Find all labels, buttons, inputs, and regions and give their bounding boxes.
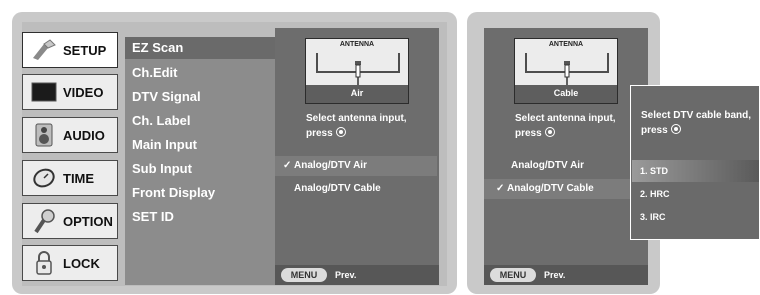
menu-button[interactable]: MENU — [490, 268, 536, 282]
instruction-text: Select antenna input, press — [515, 113, 616, 139]
antenna-mode-bar: Cable — [515, 85, 617, 103]
antenna-mode-label: Cable — [553, 88, 579, 98]
setup-menu-list: EZ Scan Ch.Edit DTV Signal Ch. Label Mai… — [125, 37, 275, 285]
popup-instruction: Select DTV cable band, press — [641, 110, 751, 136]
menu-item-ch-label[interactable]: Ch. Label — [125, 110, 275, 132]
option-label: Analog/DTV Air — [511, 160, 584, 171]
cable-submenu: ANTENNA Cable Select antenna input, pres… — [484, 28, 648, 285]
option-icon — [29, 208, 59, 234]
tab-audio[interactable]: AUDIO — [22, 117, 118, 153]
ez-scan-submenu: ANTENNA Air Select antenna input, press … — [275, 28, 439, 285]
option-label: Analog/DTV Cable — [507, 183, 594, 194]
band-option-hrc[interactable]: 2. HRC — [632, 183, 759, 205]
tab-time[interactable]: TIME — [22, 160, 118, 196]
enter-icon — [335, 127, 346, 137]
menu-item-ez-scan[interactable]: EZ Scan — [125, 37, 275, 59]
antenna-mode-label: Air — [350, 88, 364, 98]
menu-item-set-id[interactable]: SET ID — [125, 206, 275, 228]
antenna-title: ANTENNA — [339, 41, 375, 48]
popup-instruction-line-1: Select DTV cable band, — [641, 110, 752, 121]
band-option-irc[interactable]: 3. IRC — [632, 206, 759, 228]
instruction-line-1: Select antenna input, — [515, 113, 616, 124]
tab-video-label: VIDEO — [63, 84, 104, 100]
time-icon — [29, 165, 59, 191]
option-analog-dtv-air[interactable]: ✓ Analog/DTV Air — [275, 156, 437, 176]
menu-item-sub-input[interactable]: Sub Input — [125, 158, 275, 180]
antenna-diagram: ANTENNA Cable — [514, 38, 618, 104]
tab-setup[interactable]: SETUP — [22, 32, 118, 68]
tab-lock-label: LOCK — [63, 255, 100, 271]
tab-time-label: TIME — [63, 170, 95, 186]
menu-item-front-display[interactable]: Front Display — [125, 182, 275, 204]
popup-instruction-line-2: press — [641, 124, 751, 136]
antenna-connector-icon — [355, 61, 361, 85]
footer-bar: MENU Prev. — [484, 265, 648, 285]
prev-label: Prev. — [335, 270, 357, 280]
instruction-line-2: press — [306, 127, 407, 139]
option-analog-dtv-air[interactable]: Analog/DTV Air — [511, 156, 584, 176]
popup-instruction-press: press — [641, 125, 668, 136]
antenna-connector-icon — [564, 61, 570, 85]
instruction-line-1: Select antenna input, — [306, 113, 407, 124]
tab-audio-label: AUDIO — [63, 127, 105, 143]
audio-icon — [29, 122, 59, 148]
check-icon: ✓ — [283, 160, 292, 171]
footer-bar: MENU Prev. — [275, 265, 439, 285]
enter-icon — [544, 127, 555, 137]
tab-video[interactable]: VIDEO — [22, 74, 118, 110]
band-option-std[interactable]: 1. STD — [632, 160, 759, 182]
antenna-mode-bar: Air — [306, 85, 408, 103]
tab-option[interactable]: OPTION — [22, 203, 118, 239]
tab-setup-label: SETUP — [63, 42, 107, 58]
setup-icon — [29, 37, 59, 63]
lock-icon — [29, 250, 59, 276]
tab-option-label: OPTION — [63, 213, 113, 229]
instruction-press: press — [306, 128, 333, 139]
instruction-text: Select antenna input, press — [306, 113, 407, 139]
antenna-title: ANTENNA — [548, 41, 584, 48]
instruction-line-2: press — [515, 127, 616, 139]
menu-button[interactable]: MENU — [281, 268, 327, 282]
check-icon: ✓ — [496, 183, 505, 194]
option-analog-dtv-cable[interactable]: ✓ Analog/DTV Cable — [484, 179, 646, 199]
option-label: Analog/DTV Cable — [294, 183, 381, 194]
prev-label: Prev. — [544, 270, 566, 280]
video-icon — [29, 79, 59, 105]
enter-icon — [670, 124, 681, 134]
antenna-diagram: ANTENNA Air — [305, 38, 409, 104]
option-analog-dtv-cable[interactable]: Analog/DTV Cable — [294, 179, 381, 199]
menu-item-dtv-signal[interactable]: DTV Signal — [125, 86, 275, 108]
option-label: Analog/DTV Air — [294, 160, 367, 171]
menu-item-main-input[interactable]: Main Input — [125, 134, 275, 156]
menu-item-ch-edit[interactable]: Ch.Edit — [125, 62, 275, 84]
instruction-press: press — [515, 128, 542, 139]
cable-band-popup: Select DTV cable band, press 1. STD 2. H… — [630, 85, 760, 240]
tab-lock[interactable]: LOCK — [22, 245, 118, 281]
